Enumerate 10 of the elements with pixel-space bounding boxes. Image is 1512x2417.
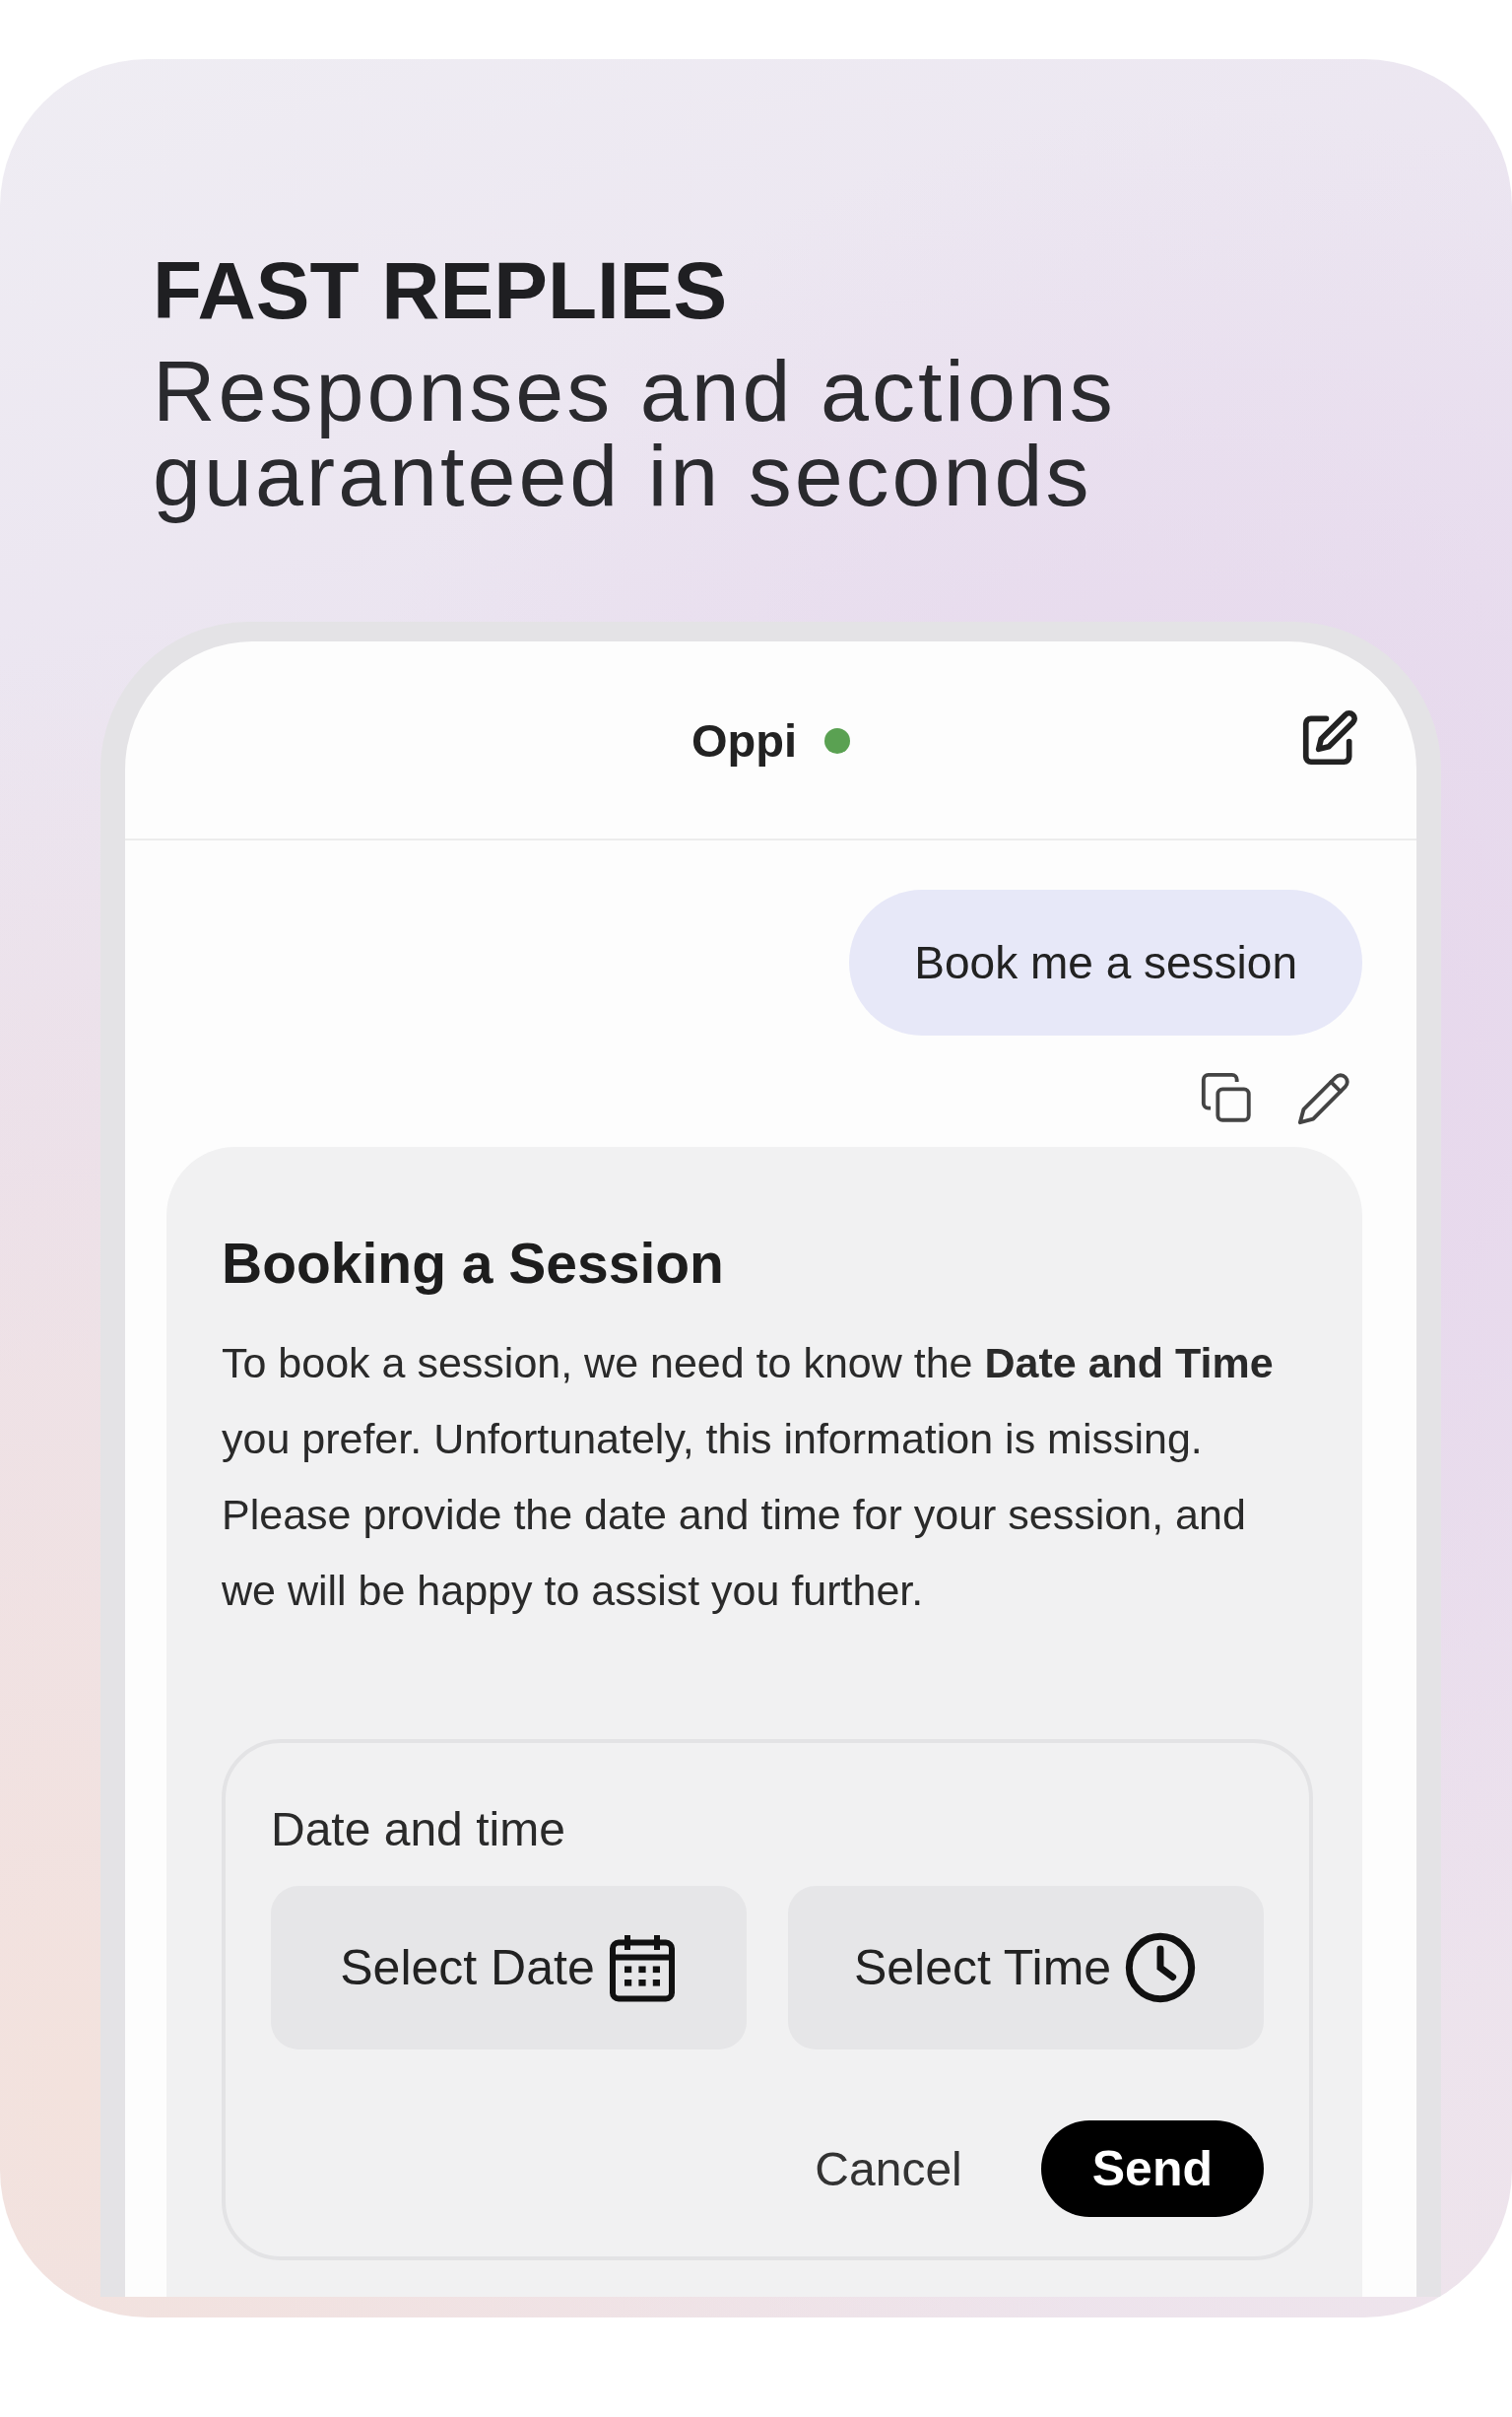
reply-text: To book a session, we need to know the Date and Time you prefer. Unfortunately, this information is missing. Please provide the date and time for your session, and we will be happy to assist you further. — [222, 1338, 1275, 1617]
assistant-name: Oppi — [690, 712, 797, 768]
headline: FAST REPLIES — [153, 246, 729, 336]
cancel-button[interactable]: Cancel — [815, 2141, 962, 2196]
time-picker-button[interactable]: Select Time — [788, 1886, 1264, 2050]
form-label: Date and time — [271, 1802, 566, 1857]
user-message: Book me a session — [849, 890, 1362, 1037]
send-button[interactable]: Send — [1040, 2120, 1264, 2218]
reply-title: Booking a Session — [222, 1231, 725, 1297]
date-picker-button[interactable]: Select Date — [271, 1886, 747, 2050]
